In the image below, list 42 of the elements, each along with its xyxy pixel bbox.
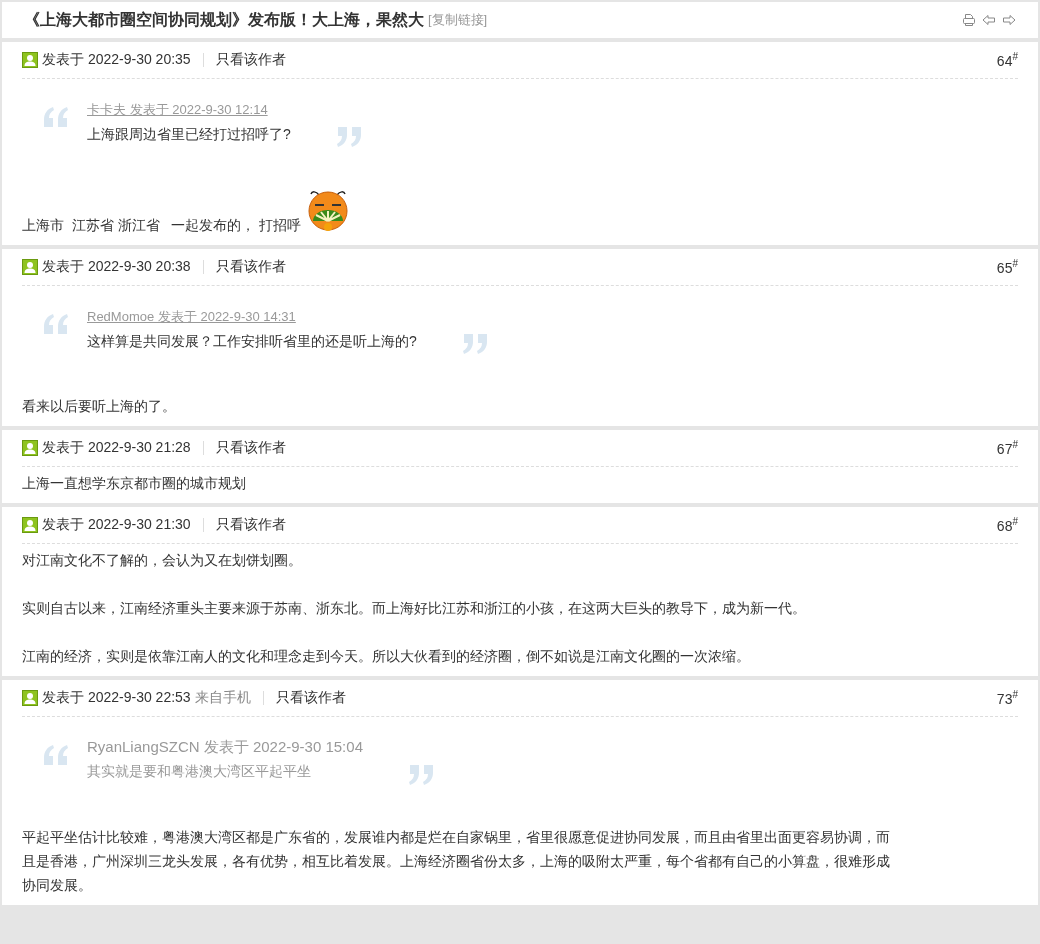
author-only-link[interactable]: 只看该作者 [215,51,286,69]
quote-author: RyanLiangSZCN 发表于 2022-9-30 15:04 [87,737,363,757]
quote-text: 这样算是共同发展？工作安排听省里的还是听上海的? [87,332,417,351]
print-icon[interactable] [962,13,976,27]
quote-text: 其实就是要和粤港澳大湾区平起平坐 [87,762,312,781]
post-text: 看来以后要听上海的了。 [22,397,176,416]
quote-text: 上海跟周边省里已经打过招呼了? [87,125,291,144]
post-text: 平起平坐估计比较难，粤港澳大湾区都是广东省的，发展谁内都是烂在自家锅里，省里很愿意促进协同发展，而且由省里出面更容易协调，而且是香港，广州深圳三龙头发展，各有优势，相互比着发展。上海经济圈省份太多，上海的吸附太严重，每个省都有自己的小算盘，很难形成协同发展。 [22,828,891,895]
post-text: 上海一直想学东京都市圈的城市规划 [22,474,246,493]
open-quote-icon [42,312,70,336]
user-icon [22,52,38,68]
close-quote-icon [407,763,435,787]
thread-title: 《上海大都市圈空间协同规划》发布版！大上海，果然大 [24,9,424,30]
user-icon [22,259,38,275]
user-icon [22,517,38,533]
floor-number: 68$^{#}$ [996,516,1018,534]
floor-number: 65$^{#}$ [996,258,1018,276]
post-date: 发表于 2022-9-30 21:30 [42,516,191,534]
post-text: 江南的经济，实则是依靠江南人的文化和理念走到今天。所以大伙看到的经济圈，倒不如说是江南文化圈的一次浓缩。 [22,647,750,666]
author-only-link[interactable]: 只看该作者 [215,439,286,457]
close-quote-icon [460,332,489,356]
post-date: 发表于 2022-9-30 20:35 [42,51,191,69]
user-icon [22,690,38,706]
author-only-link[interactable]: 只看该作者 [215,258,286,276]
open-quote-icon [42,743,70,767]
floor-number: 64$^{#}$ [996,51,1018,69]
user-icon [22,440,38,456]
post-text: 对江南文化不了解的，会认为又在划饼划圈。 [22,551,302,570]
post-date: 发表于 2022-9-30 22:53 [42,689,191,707]
close-quote-icon [334,125,363,149]
floor-number: 73$^{#}$ [996,689,1018,707]
post-text: 实则自古以来，江南经济重头主要来源于苏南、浙东北。而上海好比江苏和浙江的小孩，在这两大巨头的教导下，成为新一代。 [22,599,806,618]
previous-arrow-icon[interactable] [982,14,996,26]
author-only-link[interactable]: 只看该作者 [215,516,286,534]
open-quote-icon [42,105,70,129]
post-date: 发表于 2022-9-30 20:38 [42,258,191,276]
post-date: 发表于 2022-9-30 21:28 [42,439,191,457]
author-only-link[interactable]: 只看该作者 [275,689,346,707]
floor-number: 67$^{#}$ [996,439,1018,457]
post-source: 来自手机 [194,689,251,707]
post-text: 上海市 江苏省 浙江省 一起发布的， 打招呼 [22,216,302,235]
next-arrow-icon[interactable] [1002,14,1016,26]
